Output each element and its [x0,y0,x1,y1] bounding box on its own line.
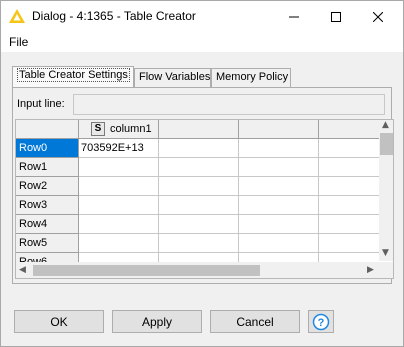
table-cell[interactable] [159,177,239,196]
minimize-button[interactable] [273,1,315,32]
maximize-button[interactable] [315,1,357,32]
table-cell[interactable] [239,234,319,253]
table-cell[interactable] [79,177,159,196]
table-cell[interactable]: 703592E+13 [79,139,159,158]
scroll-down-icon[interactable]: ▼ [382,248,389,258]
close-button[interactable] [357,1,399,32]
minimize-icon [289,16,299,17]
table-cell[interactable] [159,215,239,234]
table-cell[interactable] [239,158,319,177]
table-cell[interactable] [159,158,239,177]
table-cell[interactable] [239,139,319,158]
row-header[interactable]: Row1 [16,158,79,177]
apply-button[interactable]: Apply [112,310,202,333]
menu-file[interactable]: File [9,35,28,49]
table-cell[interactable] [79,215,159,234]
row-header[interactable]: Row0 [16,139,79,158]
help-glyph: ? [318,317,325,329]
window-title: Dialog - 4:1365 - Table Creator [32,9,196,23]
vertical-scrollbar[interactable]: ▲ ▼ [379,120,393,261]
table-cell[interactable] [159,139,239,158]
table-cell[interactable] [79,234,159,253]
horizontal-scrollbar[interactable]: ◀ ▶ [16,262,379,278]
table-cell[interactable] [159,234,239,253]
column-header-3[interactable] [239,120,319,139]
cancel-button[interactable]: Cancel [210,310,300,333]
tab-label: Memory Policy [216,71,289,83]
corner-header [16,120,79,139]
menu-bar: File [1,32,403,52]
row-header[interactable]: Row2 [16,177,79,196]
maximize-icon [331,11,341,22]
table-cell[interactable] [159,196,239,215]
tab-label: Flow Variables [139,71,211,83]
table-cell[interactable] [79,158,159,177]
table-cell[interactable] [239,177,319,196]
table-cell[interactable] [239,215,319,234]
vertical-scroll-thumb[interactable] [380,133,393,155]
horizontal-scroll-thumb[interactable] [33,265,260,276]
table-cell[interactable] [79,196,159,215]
column-name: column1 [110,123,152,135]
tab-table-creator-settings[interactable]: Table Creator Settings [12,66,134,88]
scrollbar-corner [379,262,393,278]
row-header[interactable]: Row4 [16,215,79,234]
column-header-2[interactable] [159,120,239,139]
tab-flow-variables[interactable]: Flow Variables [134,68,211,87]
scroll-left-icon[interactable]: ◀ [19,265,26,275]
tab-label: Table Creator Settings [17,68,130,82]
spreadsheet-table[interactable]: S column1 Row0 703592E+13 Row1 Row2 Row3 [15,119,394,279]
knime-logo-icon [9,9,25,23]
table-cell[interactable] [239,196,319,215]
tab-memory-policy[interactable]: Memory Policy [211,68,291,87]
dialog-window: Dialog - 4:1365 - Table Creator File Tab… [0,0,404,347]
help-button[interactable]: ? [308,310,334,333]
row-header[interactable]: Row3 [16,196,79,215]
scroll-up-icon[interactable]: ▲ [382,120,389,130]
help-icon: ? [312,313,330,330]
input-line-field[interactable] [73,94,385,115]
ok-button[interactable]: OK [14,310,104,333]
input-line-label: Input line: [17,98,65,110]
row-header[interactable]: Row5 [16,234,79,253]
scroll-right-icon[interactable]: ▶ [367,265,374,275]
string-type-icon: S [91,122,105,136]
close-icon [373,11,383,22]
title-bar[interactable]: Dialog - 4:1365 - Table Creator [1,1,403,32]
column-header-1[interactable]: S column1 [79,120,159,139]
